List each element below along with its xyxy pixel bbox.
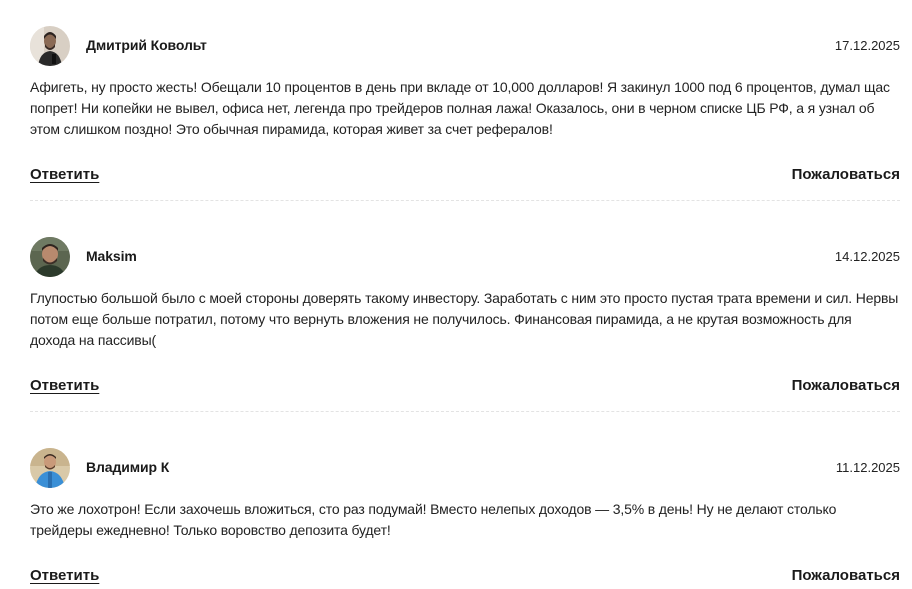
avatar-photo-icon — [30, 448, 70, 488]
comment-author: Дмитрий Ковольт — [86, 37, 207, 53]
comment-date: 14.12.2025 — [834, 249, 900, 264]
report-link[interactable]: Пожаловаться — [792, 567, 900, 584]
comment-header: Дмитрий Ковольт 17.12.2025 — [30, 26, 900, 66]
comment-item: Владимир К 11.12.2025 Это же лохотрон! Е… — [30, 448, 900, 584]
comment-date: 11.12.2025 — [835, 460, 900, 475]
reply-link[interactable]: Ответить — [30, 166, 99, 183]
avatar — [30, 26, 70, 66]
reply-link[interactable]: Ответить — [30, 567, 99, 584]
report-link[interactable]: Пожаловаться — [792, 377, 900, 394]
reply-link[interactable]: Ответить — [30, 377, 99, 394]
comment-text: Это же лохотрон! Если захочешь вложиться… — [30, 501, 837, 538]
comment-actions: Ответить Пожаловаться — [30, 166, 900, 186]
comment-item: Дмитрий Ковольт 17.12.2025 Афигеть, ну п… — [30, 26, 900, 201]
comment-header: Владимир К 11.12.2025 — [30, 448, 900, 488]
comment-header: Maksim 14.12.2025 — [30, 237, 900, 277]
avatar-photo-icon — [30, 26, 70, 66]
comment-author: Владимир К — [86, 459, 170, 475]
avatar-photo-icon — [30, 237, 70, 277]
comment-text: Афигеть, ну просто жесть! Обещали 10 про… — [30, 79, 890, 137]
comment-actions: Ответить Пожаловаться — [30, 377, 900, 397]
comment-author: Maksim — [86, 248, 137, 264]
comment-actions: Ответить Пожаловаться — [30, 567, 900, 587]
avatar — [30, 448, 70, 488]
comment-date: 17.12.2025 — [834, 38, 900, 53]
avatar — [30, 237, 70, 277]
comment-item: Maksim 14.12.2025 Глупостью большой было… — [30, 237, 900, 412]
comment-text: Глупостью большой было с моей стороны до… — [30, 290, 899, 348]
comment-divider — [30, 200, 900, 201]
comments-list: Дмитрий Ковольт 17.12.2025 Афигеть, ну п… — [0, 0, 912, 589]
comment-divider — [30, 411, 900, 412]
report-link[interactable]: Пожаловаться — [792, 166, 900, 183]
